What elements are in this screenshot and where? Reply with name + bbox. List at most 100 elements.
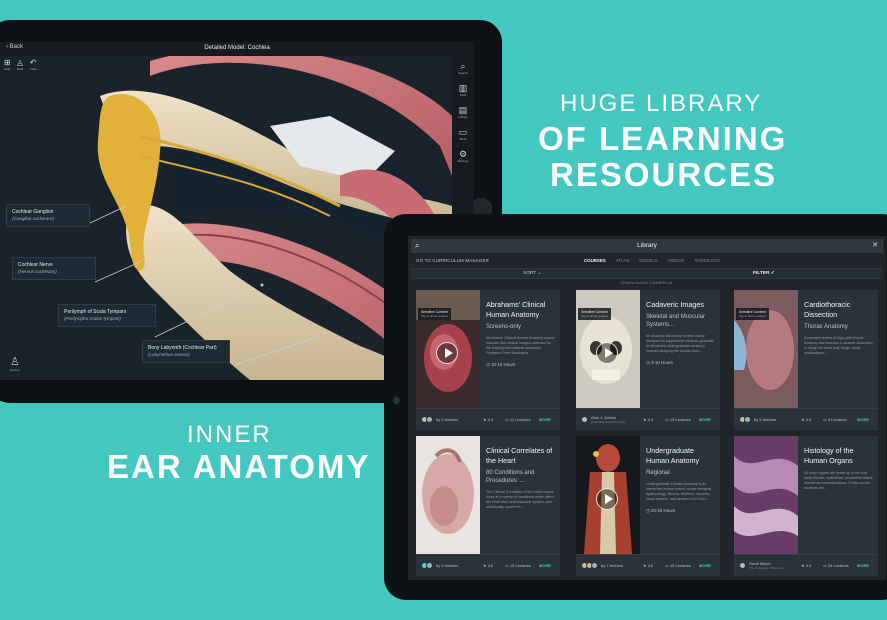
sensitive-badge: Sensitive Content Tap to show content (418, 308, 451, 320)
undo-icon: ↶ (29, 58, 37, 67)
sort-button[interactable]: SORT ⌄ (523, 271, 542, 276)
more-button[interactable]: MORE (539, 563, 551, 568)
course-card[interactable]: Undergraduate Human Anatomy Regional Und… (576, 436, 720, 576)
label-bony-labyrinth[interactable]: Bony Labyrinth (Cochlear Part) (Labyrint… (142, 340, 230, 363)
course-card[interactable]: Clinical Correlates of the Heart 80 Cond… (416, 436, 560, 576)
course-description: 80 anatomy laboratory review course desi… (646, 334, 715, 353)
course-footer: by 2 Authors ★ 4.4 ▭ 11 Lectures MORE (416, 408, 560, 430)
tab-courses[interactable]: COURSES (584, 258, 606, 263)
course-card[interactable]: Sensitive Content Tap to show content Car… (734, 290, 878, 430)
rating-text: 4.4 (647, 417, 654, 422)
label-cochlear-ganglion[interactable]: Cochlear Ganglion (Ganglion cochleare) (6, 204, 90, 227)
fade-tool-button[interactable]: ◬ Fade (17, 58, 24, 71)
headline-of-learning: OF LEARNING (538, 120, 788, 157)
author-affiliation: The University of Western... (749, 566, 786, 570)
book-menu-button[interactable]: ▭ Book (458, 127, 468, 142)
course-thumbnail: Sensitive Content Tap to show content (734, 290, 798, 408)
lectures-text: 40 Lectures (669, 563, 691, 568)
tablet-library: ⌕ Library ✕ GO TO CURRICULUM MANAGER COU… (384, 214, 887, 600)
tablet-home-button[interactable] (393, 397, 400, 404)
avatar (744, 416, 751, 423)
tab-models[interactable]: MODELS (639, 258, 658, 263)
course-description: The Clinical Correlates of the Heart cou… (486, 490, 555, 509)
rating-text: 4.6 (647, 563, 654, 568)
tools-label: Tools (459, 93, 467, 97)
sensitive-badge: Sensitive Content Tap to show content (736, 308, 769, 320)
course-duration: ◷ 3-10 Hours (646, 360, 716, 366)
avatar (426, 416, 433, 423)
course-subtitle: Screens-only (486, 324, 522, 330)
avatar (591, 562, 598, 569)
play-icon[interactable] (436, 342, 458, 364)
label-name: Cochlear Nerve (18, 262, 53, 268)
sort-label: SORT (523, 271, 537, 276)
star-icon: ★ (483, 563, 487, 568)
course-card[interactable]: Sensitive Content Tap to show content Abr… (416, 290, 560, 430)
library-header: ⌕ Library ✕ (411, 239, 883, 253)
course-author: by 2 Authors (421, 416, 483, 423)
rating-text: 4.4 (487, 417, 494, 422)
hide-tool-button[interactable]: ⊞ Hide (4, 58, 11, 71)
star-icon: ★ (801, 563, 805, 568)
library-menu-button[interactable]: ▤ Library (458, 105, 468, 120)
models-label: Models (10, 368, 20, 372)
library-icon: ▤ (458, 105, 468, 115)
play-icon[interactable] (596, 342, 618, 364)
tools-menu-button[interactable]: ▥ Tools (459, 84, 468, 98)
book-icon: ▭ (458, 127, 468, 137)
book-label: Book (459, 137, 467, 141)
lectures-icon: ▭ (665, 563, 669, 568)
tab-radiology[interactable]: RADIOLOGY (694, 258, 720, 263)
author-text: by 2 Authors (436, 563, 459, 568)
undo-tool-button[interactable]: ↶ Undo (30, 58, 37, 71)
course-lectures: ▭ 34 Lectures (823, 563, 857, 568)
sensitive-sub: Tap to show content (421, 314, 448, 318)
course-card[interactable]: Sensitive Content Tap to show content Cad… (576, 290, 720, 430)
more-button[interactable]: MORE (857, 563, 869, 568)
headline-inner: INNER (187, 421, 272, 448)
course-rating: ★ 4.4 (483, 417, 505, 422)
course-author: Geoff Meyer The University of Western... (739, 561, 801, 570)
more-button[interactable]: MORE (857, 417, 869, 422)
star-icon: ★ (643, 563, 647, 568)
lectures-icon: ▭ (823, 417, 827, 422)
filter-button[interactable]: FILTER ✓ (753, 271, 775, 276)
course-card[interactable]: Histology of the Human Organs All body o… (734, 436, 878, 576)
course-lectures: ▭ 11 Lectures (505, 417, 539, 422)
course-footer: Geoff Meyer The University of Western... … (734, 554, 878, 576)
sensitive-badge: Sensitive Content Tap to show content (578, 308, 611, 320)
tab-videos[interactable]: VIDEOS (668, 258, 685, 263)
course-footer: Alan J. Detton Columbia University Medi..… (576, 408, 720, 430)
settings-label: Settings (457, 159, 469, 163)
course-description: All body organs are made up of the four … (804, 471, 874, 490)
more-button[interactable]: MORE (699, 563, 711, 568)
label-cochlear-nerve[interactable]: Cochlear Nerve (Nervus cochlearis) (12, 257, 96, 280)
headline-huge-library: HUGE LIBRARY (560, 90, 763, 117)
settings-menu-button[interactable]: ⚙ Settings (457, 149, 469, 164)
search-menu-button[interactable]: ⌕ Search (458, 62, 468, 76)
course-title: Cadaveric Images (646, 300, 704, 309)
play-icon[interactable] (596, 488, 618, 510)
more-button[interactable]: MORE (699, 417, 711, 422)
headline-ear-anatomy: EAR ANATOMY (107, 448, 371, 485)
settings-icon: ⚙ (458, 149, 468, 159)
rating-text: 4.6 (487, 563, 494, 568)
close-icon[interactable]: ✕ (872, 241, 878, 249)
course-rating: ★ 4.5 (801, 417, 823, 422)
curriculum-manager-link[interactable]: GO TO CURRICULUM MANAGER (416, 258, 489, 263)
clock-icon: ◷ (646, 508, 650, 513)
star-icon: ★ (483, 417, 487, 422)
lectures-text: 11 Lectures (509, 417, 531, 422)
course-title: Abrahams' Clinical Human Anatomy (486, 300, 546, 319)
tab-atlas[interactable]: ATLAS (616, 258, 630, 263)
check-icon: ✓ (770, 271, 775, 276)
lectures-icon: ▭ (505, 563, 509, 568)
course-thumbnail (576, 436, 640, 554)
more-button[interactable]: MORE (539, 417, 551, 422)
viewer-top-bar: ‹ Back Detailed Model: Cochlea (0, 42, 474, 56)
clock-icon: ◷ (486, 362, 490, 367)
author-text: by 2 Authors (436, 417, 459, 422)
lectures-text: 19 Lectures (669, 417, 691, 422)
models-button[interactable]: ♙ Models (10, 355, 20, 372)
label-perilymph-scala-tympani[interactable]: Perilymph of Scala Tympani (Perilympha s… (58, 304, 156, 327)
